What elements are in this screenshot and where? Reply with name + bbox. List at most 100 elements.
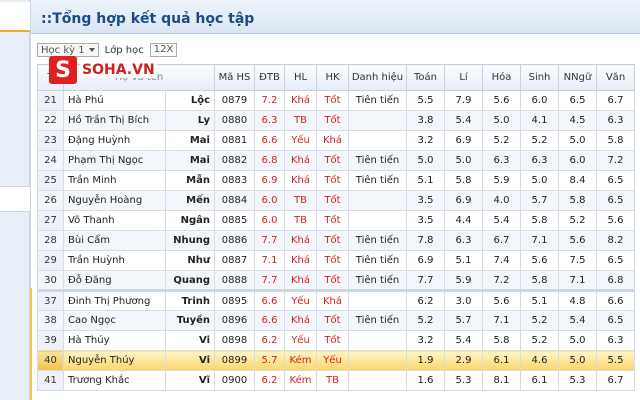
table-row[interactable]: 38 Cao Ngọc Tuyền 0896 6.6 Khá Tốt Tiên tiến 5.2… — [37, 310, 635, 331]
cell-hl: Khá — [284, 90, 317, 111]
sidebar-stub-middle[interactable] — [0, 186, 30, 212]
cell-nngu: 5.2 — [558, 210, 597, 231]
cell-stt: 25 — [37, 170, 64, 191]
cell-ma: 0895 — [214, 289, 255, 311]
cell-hoa: 5.6 — [482, 289, 521, 311]
cell-dtb: 6.8 — [254, 150, 285, 171]
cell-ho: Trần Minh — [62, 170, 167, 191]
table-row[interactable]: 21 Hà Phú Lộc 0879 7.2 Khá Tốt Tiên tiến 5.5 7.9 5… — [37, 90, 635, 111]
cell-nngu: 4.8 — [558, 289, 597, 311]
cell-nngu: 4.5 — [558, 110, 597, 131]
cell-dh — [348, 110, 407, 131]
class-input[interactable]: 12X — [149, 43, 178, 57]
cell-hoa: 5.2 — [482, 130, 521, 151]
col-hoa[interactable]: Hóa — [482, 64, 521, 91]
table-row[interactable]: 28 Bùi Cẩm Nhung 0886 7.7 Khá Tốt Tiên tiến 7.8 6… — [37, 230, 635, 251]
cell-sinh: 5.8 — [520, 270, 559, 291]
table-row[interactable]: 30 Đỗ Đăng Quang 0888 7.7 Khá Tốt Tiên tiến 7.7 5… — [37, 270, 635, 291]
cell-li: 5.3 — [444, 370, 483, 391]
cell-stt: 24 — [37, 150, 64, 171]
table-row[interactable]: 40 Nguyễn Thúy Vi 0899 5.7 Kém Yếu 1.9 2.9 6.1 4.6… — [37, 350, 635, 371]
cell-dh — [348, 210, 407, 231]
cell-ten: Mai — [165, 150, 215, 171]
cell-toan: 7.7 — [406, 270, 445, 291]
cell-hoa: 8.1 — [482, 370, 521, 391]
selection-edge — [30, 288, 32, 400]
table-row[interactable]: 29 Trần Huỳnh Như 0887 7.1 Khá Tốt Tiên tiến 6.9… — [37, 250, 635, 271]
cell-stt: 41 — [37, 370, 64, 391]
cell-ma: 0884 — [214, 190, 255, 211]
table-row[interactable]: 39 Hà Thúy Vi 0898 6.2 Yếu Tốt 3.2 5.4 5.8 5.2 5.0 6… — [37, 330, 635, 351]
soha-logo-icon: S — [49, 56, 77, 84]
cell-dh: Tiên tiến — [348, 90, 407, 111]
cell-li: 5.4 — [444, 330, 483, 351]
cell-nngu: 5.8 — [558, 190, 597, 211]
cell-van: 6.7 — [596, 370, 635, 391]
cell-stt: 21 — [37, 90, 64, 111]
cell-ma: 0899 — [214, 350, 255, 371]
cell-ho: Võ Thanh — [62, 210, 167, 231]
sidebar-stub-top[interactable] — [0, 2, 30, 32]
panel-title-bar: ::Tổng hợp kết quả học tập — [31, 0, 640, 34]
cell-dh: Tiên tiến — [348, 170, 407, 191]
table-row[interactable]: 26 Nguyễn Hoàng Mến 0884 6.0 TB Tốt 3.5 6.9 4.0 5.… — [37, 190, 635, 211]
cell-dtb: 6.9 — [254, 170, 285, 191]
cell-van: 6.5 — [596, 310, 635, 331]
col-hl[interactable]: HL — [284, 64, 317, 91]
col-sinh[interactable]: Sinh — [520, 64, 559, 91]
cell-ho: Đỗ Đăng — [62, 270, 167, 291]
cell-hoa: 5.9 — [482, 170, 521, 191]
table-row[interactable]: 23 Đặng Huỳnh Mai 0881 6.6 Yếu Khá 3.2 6.9 5.2 5.2… — [37, 130, 635, 151]
cell-hoa: 6.1 — [482, 350, 521, 371]
cell-ten: Mai — [165, 130, 215, 151]
cell-nngu: 6.0 — [558, 150, 597, 171]
cell-hk: Tốt — [316, 110, 349, 131]
cell-toan: 6.2 — [406, 289, 445, 311]
col-ma-hs[interactable]: Mã HS — [214, 64, 255, 91]
col-toan[interactable]: Toán — [406, 64, 445, 91]
cell-nngu: 5.0 — [558, 130, 597, 151]
cell-van: 6.6 — [596, 289, 635, 311]
table-row[interactable]: 27 Võ Thanh Ngân 0885 6.0 TB Tốt 3.5 4.4 5.4 5.8 5.… — [37, 210, 635, 231]
cell-ma: 0881 — [214, 130, 255, 151]
cell-ho: Bùi Cẩm — [62, 230, 167, 251]
cell-ho: Hà Thúy — [62, 330, 167, 351]
cell-ten: Trinh — [165, 289, 215, 311]
col-danh-hieu[interactable]: Danh hiệu — [348, 64, 407, 91]
col-nngu[interactable]: NNgữ — [558, 64, 597, 91]
cell-hk: Tốt — [316, 190, 349, 211]
cell-hoa: 5.6 — [482, 90, 521, 111]
col-dtb[interactable]: ĐTB — [254, 64, 285, 91]
left-sidebar-strip — [0, 0, 30, 400]
cell-li: 4.4 — [444, 210, 483, 231]
cell-van: 5.5 — [596, 350, 635, 371]
cell-ten: Vi — [165, 330, 215, 351]
cell-ma: 0896 — [214, 310, 255, 331]
cell-toan: 5.2 — [406, 310, 445, 331]
cell-ho: Hà Phú — [62, 90, 167, 111]
col-van[interactable]: Văn — [596, 64, 635, 91]
col-hk[interactable]: HK — [316, 64, 349, 91]
cell-ma: 0885 — [214, 210, 255, 231]
semester-select[interactable]: Học kỳ 1 — [37, 43, 99, 57]
table-row[interactable]: 41 Trương Khắc Vĩ 0900 6.2 Kém TB 1.6 5.3 8.1 6.1 5… — [37, 370, 635, 391]
cell-dh — [348, 330, 407, 351]
cell-hl: Kém — [284, 350, 317, 371]
cell-dh: Tiên tiến — [348, 230, 407, 251]
cell-hoa: 5.4 — [482, 210, 521, 231]
cell-hoa: 6.7 — [482, 230, 521, 251]
table-row[interactable]: 24 Phạm Thị Ngọc Mai 0882 6.8 Khá Tốt Tiên tiến… — [37, 150, 635, 171]
cell-li: 5.9 — [444, 270, 483, 291]
table-row[interactable]: 25 Trần Minh Mẫn 0883 6.9 Khá Tốt Tiên tiến 5.1 5… — [37, 170, 635, 191]
cell-dh — [348, 289, 407, 311]
table-row[interactable]: 22 Hồ Trần Thị Bích Ly 0880 6.3 TB Tốt 3.8 5.4 5.… — [37, 110, 635, 131]
cell-ten: Mẫn — [165, 170, 215, 191]
cell-hk: Tốt — [316, 250, 349, 271]
chevron-down-icon — [88, 48, 95, 52]
col-li[interactable]: Lí — [444, 64, 483, 91]
cell-ma: 0879 — [214, 90, 255, 111]
cell-dh: Tiên tiến — [348, 150, 407, 171]
cell-hoa: 6.3 — [482, 150, 521, 171]
cell-hl: Khá — [284, 170, 317, 191]
table-row[interactable]: 37 Đinh Thị Phương Trinh 0895 6.6 Yếu Khá 6.2 3.… — [37, 289, 635, 311]
